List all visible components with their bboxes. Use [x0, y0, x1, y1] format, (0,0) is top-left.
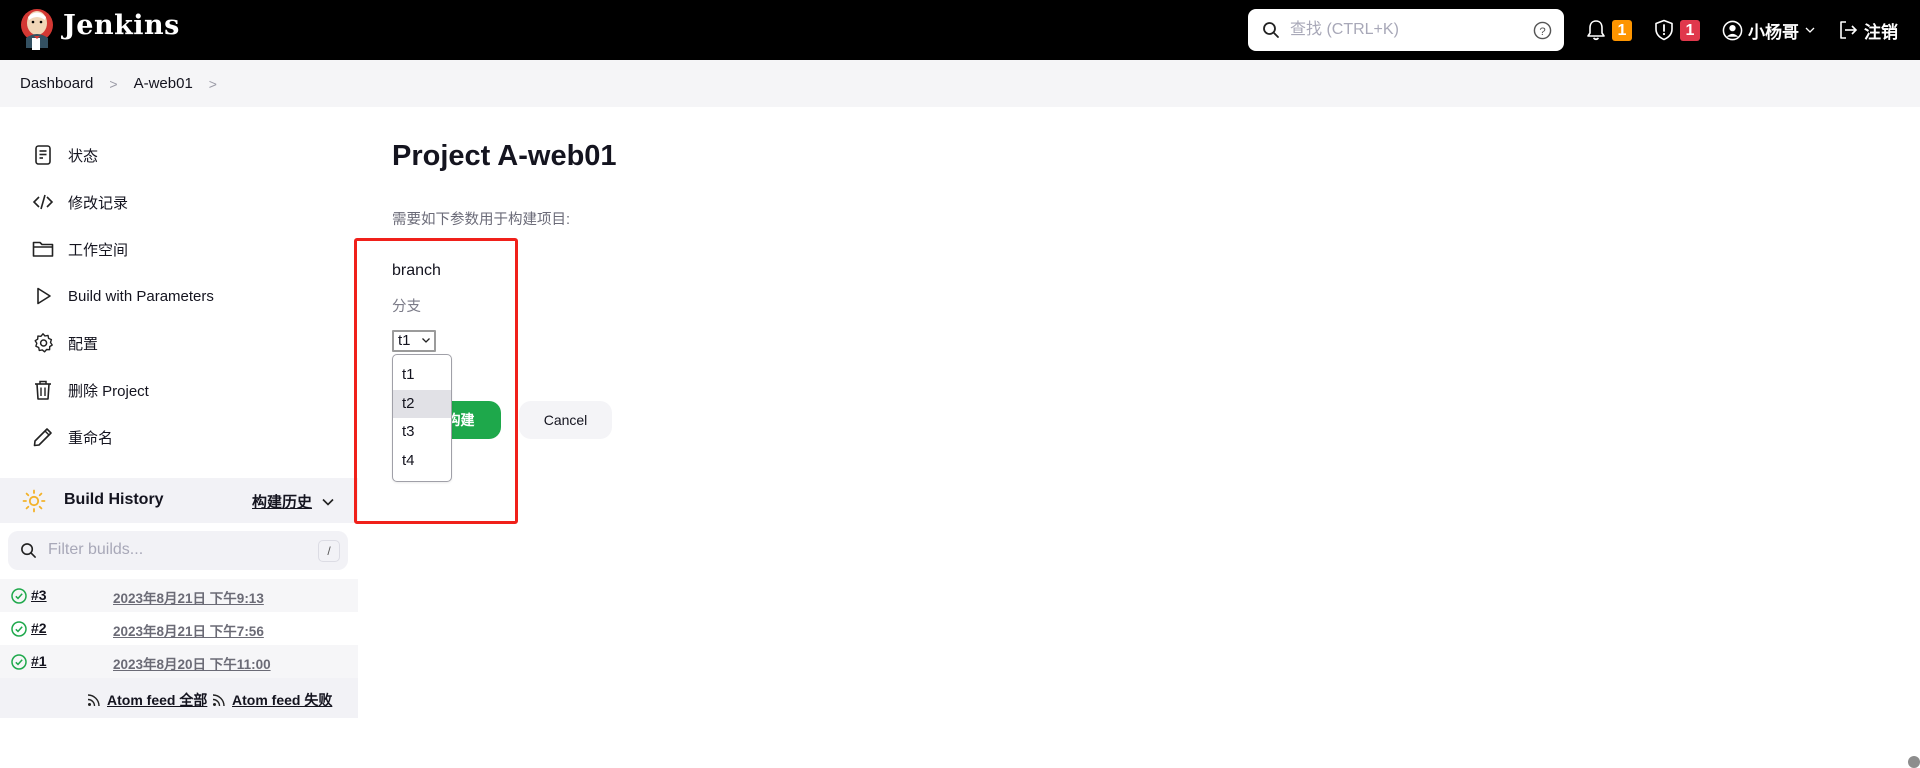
- user-name: 小杨哥: [1748, 22, 1799, 42]
- filter-builds-input[interactable]: [48, 539, 298, 561]
- brand-name[interactable]: Jenkins: [63, 10, 180, 41]
- build-row: #3 2023年8月21日 下午9:13: [0, 579, 358, 612]
- atom-feeds: Atom feed 全部 Atom feed 失败: [0, 678, 358, 718]
- search-box[interactable]: ?: [1248, 9, 1564, 51]
- rss-icon: [212, 694, 225, 707]
- build-trend-link[interactable]: 构建历史: [252, 491, 312, 512]
- build-time-link[interactable]: 2023年8月21日 下午9:13: [113, 587, 264, 607]
- sidebar-item-changes[interactable]: 修改记录: [32, 184, 128, 220]
- search-icon: [1263, 22, 1279, 38]
- sidebar-item-rename[interactable]: 重命名: [32, 419, 113, 455]
- success-check-icon: [11, 621, 27, 637]
- gear-icon: [34, 333, 53, 353]
- build-number-link[interactable]: #3: [31, 587, 47, 603]
- sidebar-item-label: Build with Parameters: [68, 287, 214, 305]
- filter-builds-box[interactable]: /: [8, 531, 348, 570]
- help-icon[interactable]: ?: [1533, 21, 1552, 40]
- notepad-icon: [35, 145, 51, 165]
- sidebar-item-delete-project[interactable]: 删除 Project: [32, 372, 149, 408]
- trash-icon: [35, 380, 51, 400]
- logout-label: 注销: [1864, 22, 1898, 42]
- branch-select[interactable]: t1: [392, 330, 436, 352]
- rss-icon: [87, 694, 100, 707]
- build-row: #2 2023年8月21日 下午7:56: [0, 612, 358, 645]
- pencil-icon: [33, 428, 52, 447]
- user-avatar-icon: [1722, 20, 1743, 40]
- search-icon: [21, 543, 36, 558]
- build-time-link[interactable]: 2023年8月21日 下午7:56: [113, 620, 264, 640]
- atom-feed-all-link[interactable]: Atom feed 全部: [87, 690, 207, 710]
- security-button[interactable]: 1: [1654, 0, 1700, 60]
- parameter-name: branch: [392, 262, 441, 279]
- parameters-description: 需要如下参数用于构建项目:: [392, 212, 571, 228]
- build-time-link[interactable]: 2023年8月20日 下午11:00: [113, 653, 271, 673]
- svg-text:?: ?: [1539, 26, 1545, 38]
- atom-feed-all-label: Atom feed 全部: [107, 692, 208, 708]
- shield-alert-icon: [1655, 19, 1673, 41]
- build-history-title: Build History: [64, 491, 164, 508]
- chevron-down-icon[interactable]: [322, 498, 334, 506]
- security-badge: 1: [1680, 19, 1700, 41]
- top-header: Jenkins ? 1 1 小杨哥 注销: [0, 0, 1920, 60]
- sidebar-item-label: 重命名: [68, 429, 114, 447]
- breadcrumb: Dashboard > A-web01 >: [0, 60, 1920, 107]
- build-number-link[interactable]: #2: [31, 620, 47, 636]
- breadcrumb-separator-icon: >: [109, 75, 118, 92]
- sidebar-item-label: 修改记录: [68, 194, 129, 212]
- weather-sunny-icon: [22, 489, 46, 513]
- scroll-indicator: [1908, 756, 1920, 768]
- branch-option[interactable]: t2: [393, 389, 451, 418]
- success-check-icon: [11, 588, 27, 604]
- sidebar-item-label: 删除 Project: [68, 382, 149, 400]
- notifications-badge: 1: [1612, 19, 1632, 41]
- branch-option[interactable]: t4: [393, 447, 451, 476]
- jenkins-logo-icon[interactable]: [20, 8, 54, 52]
- sidebar-item-label: 配置: [68, 335, 99, 353]
- parameter-description: 分支: [392, 299, 421, 315]
- notifications-button[interactable]: 1: [1586, 0, 1632, 60]
- atom-feed-failed-label: Atom feed 失败: [232, 692, 333, 708]
- breadcrumb-dashboard[interactable]: Dashboard: [20, 75, 93, 92]
- code-icon: [32, 194, 54, 210]
- sidebar-item-build-with-parameters[interactable]: Build with Parameters: [32, 278, 214, 314]
- folder-icon: [32, 241, 54, 257]
- sidebar-item-status[interactable]: 状态: [32, 137, 98, 173]
- search-input[interactable]: [1290, 17, 1510, 43]
- branch-select-value: t1: [398, 332, 411, 349]
- keyboard-shortcut-hint: /: [318, 540, 340, 562]
- logout-button[interactable]: 注销: [1838, 0, 1898, 60]
- success-check-icon: [11, 654, 27, 670]
- breadcrumb-project[interactable]: A-web01: [134, 75, 193, 92]
- cancel-button[interactable]: Cancel: [519, 401, 612, 439]
- sidebar-item-label: 工作空间: [68, 241, 129, 259]
- sidebar-item-workspace[interactable]: 工作空间: [32, 231, 128, 267]
- breadcrumb-dropdown-chevron-icon[interactable]: >: [209, 76, 217, 92]
- build-row: #1 2023年8月20日 下午11:00: [0, 645, 358, 678]
- user-menu[interactable]: 小杨哥: [1722, 0, 1815, 60]
- chevron-down-icon: [1805, 27, 1815, 33]
- logout-icon: [1840, 21, 1858, 39]
- play-icon: [37, 287, 51, 305]
- chevron-down-icon: [422, 338, 430, 343]
- bell-icon: [1587, 20, 1605, 41]
- branch-option[interactable]: t1: [393, 361, 451, 390]
- build-history-header: Build History 构建历史: [0, 478, 358, 523]
- sidebar-item-configure[interactable]: 配置: [32, 325, 98, 361]
- branch-dropdown-list: t1 t2 t3 t4: [392, 354, 452, 482]
- page-title: Project A-web01: [392, 140, 617, 172]
- atom-feed-failed-link[interactable]: Atom feed 失败: [212, 690, 332, 710]
- build-number-link[interactable]: #1: [31, 653, 47, 669]
- branch-option[interactable]: t3: [393, 418, 451, 447]
- sidebar-item-label: 状态: [68, 147, 99, 165]
